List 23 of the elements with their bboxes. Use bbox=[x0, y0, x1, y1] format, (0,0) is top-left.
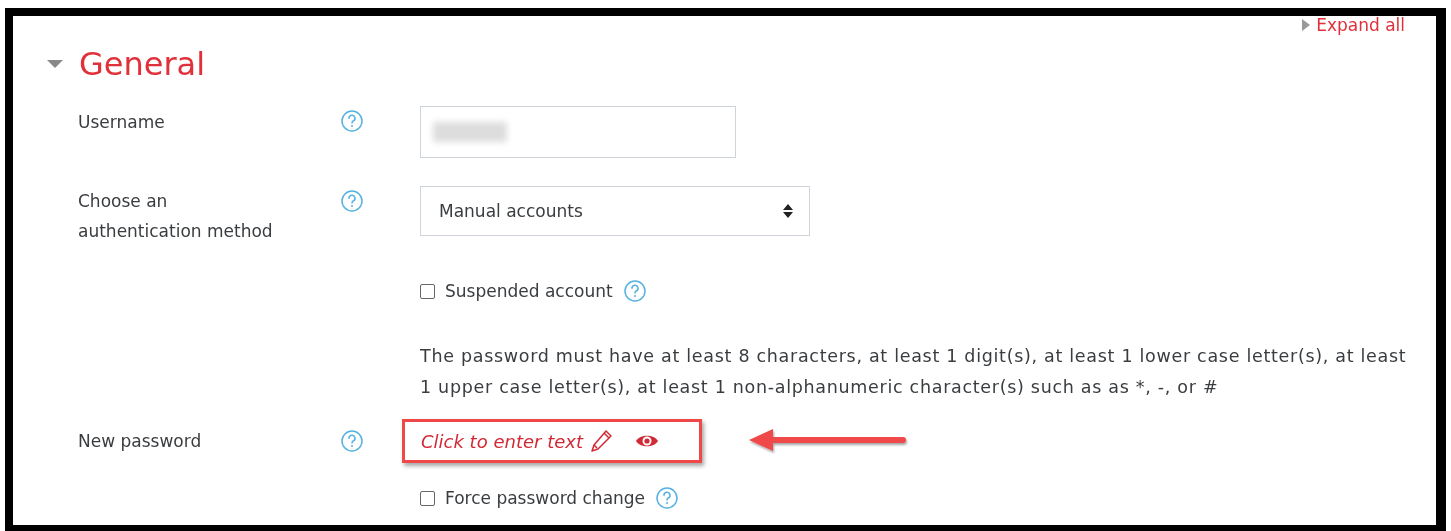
password-rules-text: The password must have at least 8 characters, at least 1 digit(s), at least 1 lower case letter(s), at least 1 upper case letter(s), at least 1 non-alphanumeric character(s) such as as *, -, or # bbox=[420, 345, 1408, 399]
pencil-icon[interactable] bbox=[591, 429, 613, 453]
sort-caret-icon bbox=[783, 204, 793, 218]
help-icon[interactable] bbox=[340, 109, 364, 133]
expand-all-link[interactable]: Expand all bbox=[1316, 16, 1405, 34]
collapse-caret-icon[interactable] bbox=[47, 59, 63, 69]
field-label: Choose an authentication method bbox=[78, 191, 273, 241]
field-label: Username bbox=[78, 112, 165, 132]
help-icon[interactable] bbox=[655, 486, 680, 510]
authentication-select[interactable]: Manual accounts bbox=[420, 186, 810, 236]
help-icon[interactable] bbox=[340, 429, 364, 453]
checkbox-label: Force password change bbox=[445, 488, 646, 508]
enter-password-link[interactable]: Click to enter text bbox=[421, 430, 583, 452]
help-icon[interactable] bbox=[340, 189, 364, 213]
checkbox-label: Suspended account bbox=[445, 281, 613, 301]
eye-icon[interactable] bbox=[635, 433, 659, 449]
checkbox[interactable] bbox=[420, 490, 435, 506]
help-icon[interactable] bbox=[622, 279, 647, 303]
section-title: General bbox=[79, 44, 206, 85]
username-field[interactable] bbox=[420, 106, 736, 158]
checkbox[interactable] bbox=[420, 283, 435, 299]
expand-triangle-icon bbox=[1302, 19, 1311, 31]
field-label: New password bbox=[78, 431, 202, 451]
